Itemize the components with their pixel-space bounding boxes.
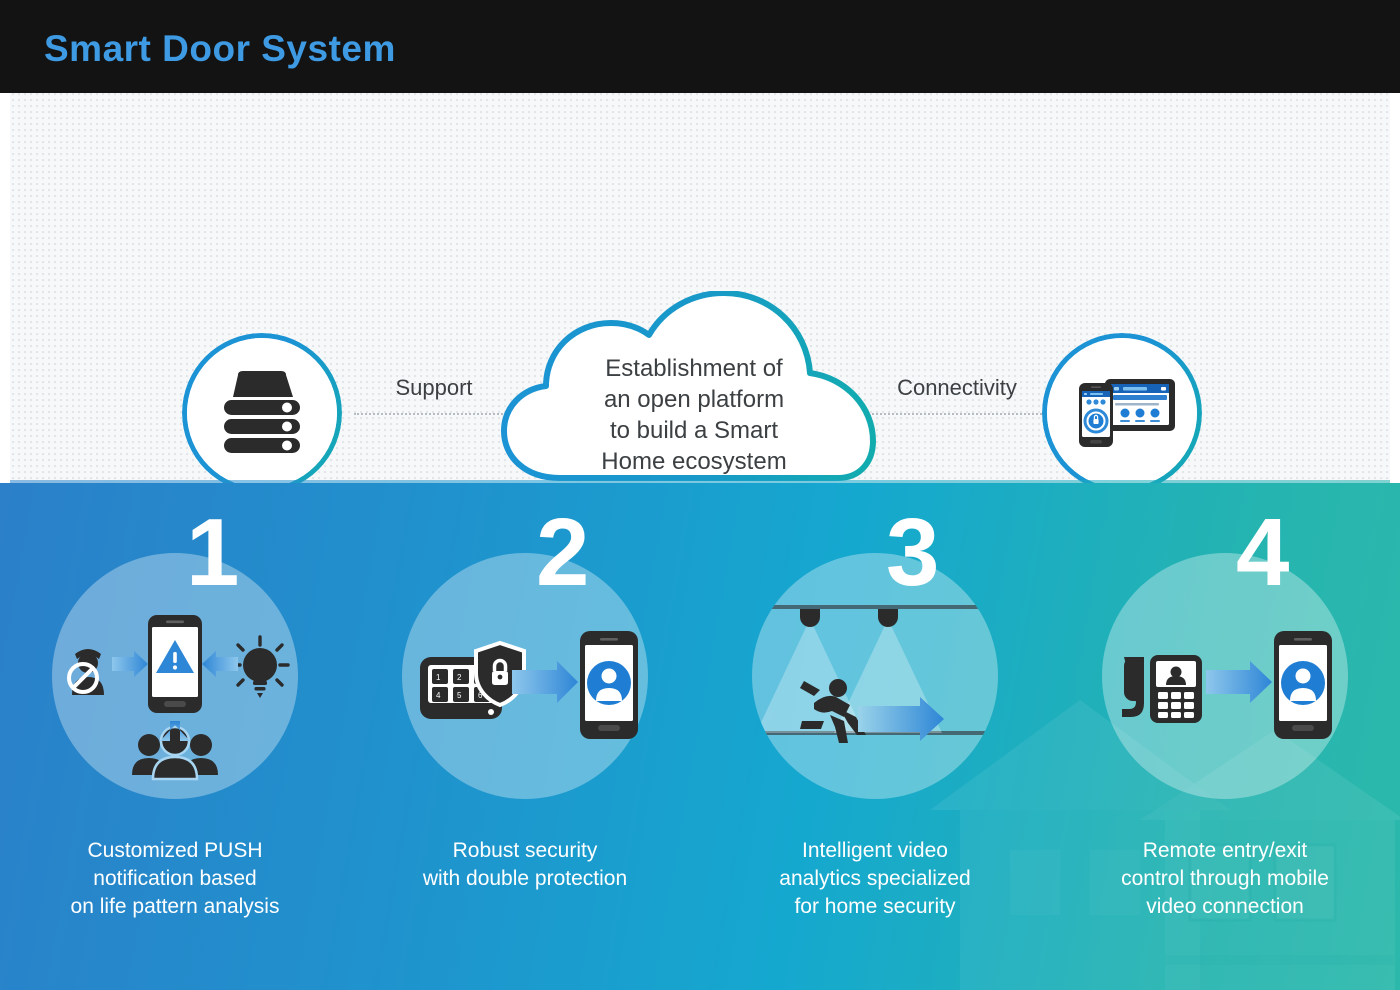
arrow-right-icon-left <box>112 651 148 677</box>
open-platform-cloud[interactable]: Establishment of an open platform to bui… <box>494 291 894 483</box>
page-header: Smart Door System <box>0 0 1400 93</box>
feature-3-caption: Intelligent video analytics specialized … <box>700 837 1050 921</box>
server-icon <box>224 371 300 453</box>
feature-2-caption-line-1: Robust security <box>452 839 598 862</box>
feature-4-caption-line-2: control through mobile <box>1121 867 1329 890</box>
cloud-text-line-4: Home ecosystem <box>601 448 787 475</box>
third-party-icon-area <box>187 338 337 483</box>
cloud-text: Establishment of an open platform to bui… <box>558 353 830 477</box>
feature-4-number: 4 <box>1236 499 1290 606</box>
feature-4-artwork <box>1122 631 1332 739</box>
page-title: Smart Door System <box>44 28 396 69</box>
feature-1-caption: Customized PUSH notification based on li… <box>0 837 350 921</box>
svg-text:5: 5 <box>457 691 462 700</box>
feature-3-caption-line-2: analytics specialized <box>779 867 971 890</box>
cloud-text-line-1: Establishment of <box>605 355 783 382</box>
feature-3-number: 3 <box>886 499 940 606</box>
svg-text:4: 4 <box>436 691 441 700</box>
connectivity-label: Connectivity <box>897 375 1017 400</box>
arrow-left-icon-right <box>202 651 238 677</box>
svg-text:1: 1 <box>436 673 441 682</box>
cloud-text-line-3: to build a Smart <box>609 417 779 444</box>
cctv-camera-icon-1 <box>800 609 820 627</box>
feature-3-caption-line-1: Intelligent video <box>802 839 948 862</box>
smart-devices-node[interactable]: Smart Devices <box>1042 333 1212 483</box>
support-connector: Support <box>354 375 514 439</box>
feature-card-4[interactable]: 4 Remote entry/exit control through mobi… <box>1050 501 1400 971</box>
features-section: 1 Customized PUSH notification based on … <box>0 483 1400 990</box>
video-intercom-icon <box>1122 655 1202 723</box>
right-edge-strip <box>1390 93 1400 483</box>
feature-1-artwork <box>67 615 290 781</box>
feature-2-caption: Robust security with double protection <box>350 837 700 893</box>
third-party-ring <box>182 333 342 483</box>
support-label: Support <box>395 375 473 400</box>
feature-1-caption-line-3: on life pattern analysis <box>70 895 280 918</box>
connectivity-connector: Connectivity <box>872 375 1042 439</box>
feature-card-3[interactable]: 3 Intelligent video analytics specialize… <box>700 501 1050 971</box>
cloud-text-line-2: an open platform <box>603 386 785 413</box>
platform-diagram-section: 3rd Party System Support Establishment o… <box>0 93 1400 483</box>
no-burglar-icon <box>67 649 104 695</box>
people-group-icon <box>132 725 218 781</box>
smartphone-user-icon <box>580 631 638 739</box>
feature-3-artwork <box>752 605 998 743</box>
third-party-system-node[interactable]: 3rd Party System <box>182 333 352 483</box>
cctv-camera-icon-2 <box>878 609 898 627</box>
smart-devices-ring <box>1042 333 1202 483</box>
feature-3-caption-line-3: for home security <box>794 895 956 918</box>
feature-2-artwork: 123 456 <box>420 631 638 739</box>
feature-4-caption-line-3: video connection <box>1146 895 1304 918</box>
feature-card-2[interactable]: 2 1 2 4 5 6 Robust security with double … <box>350 501 700 971</box>
smartphone-tablet-icon <box>1079 379 1175 447</box>
arrow-right-icon <box>1206 661 1272 703</box>
smartphone-alert-icon <box>148 615 202 713</box>
feature-1-caption-line-1: Customized PUSH <box>87 839 263 862</box>
feature-4-caption: Remote entry/exit control through mobile… <box>1050 837 1400 921</box>
feature-1-caption-line-2: notification based <box>93 867 257 890</box>
left-edge-strip <box>0 93 10 483</box>
smartphone-user-icon <box>1274 631 1332 739</box>
infographic-page: Smart Door System Support Establishment … <box>0 0 1400 990</box>
feature-4-caption-line-1: Remote entry/exit <box>1142 839 1308 862</box>
feature-card-1[interactable]: 1 Customized PUSH notification based on … <box>0 501 350 971</box>
feature-2-number: 2 <box>536 499 590 606</box>
feature-2-caption-line-2: with double protection <box>422 867 628 890</box>
smart-devices-icon-area <box>1047 338 1197 483</box>
lightbulb-icon <box>230 635 290 698</box>
svg-text:2: 2 <box>457 673 462 682</box>
feature-1-number: 1 <box>186 499 240 606</box>
